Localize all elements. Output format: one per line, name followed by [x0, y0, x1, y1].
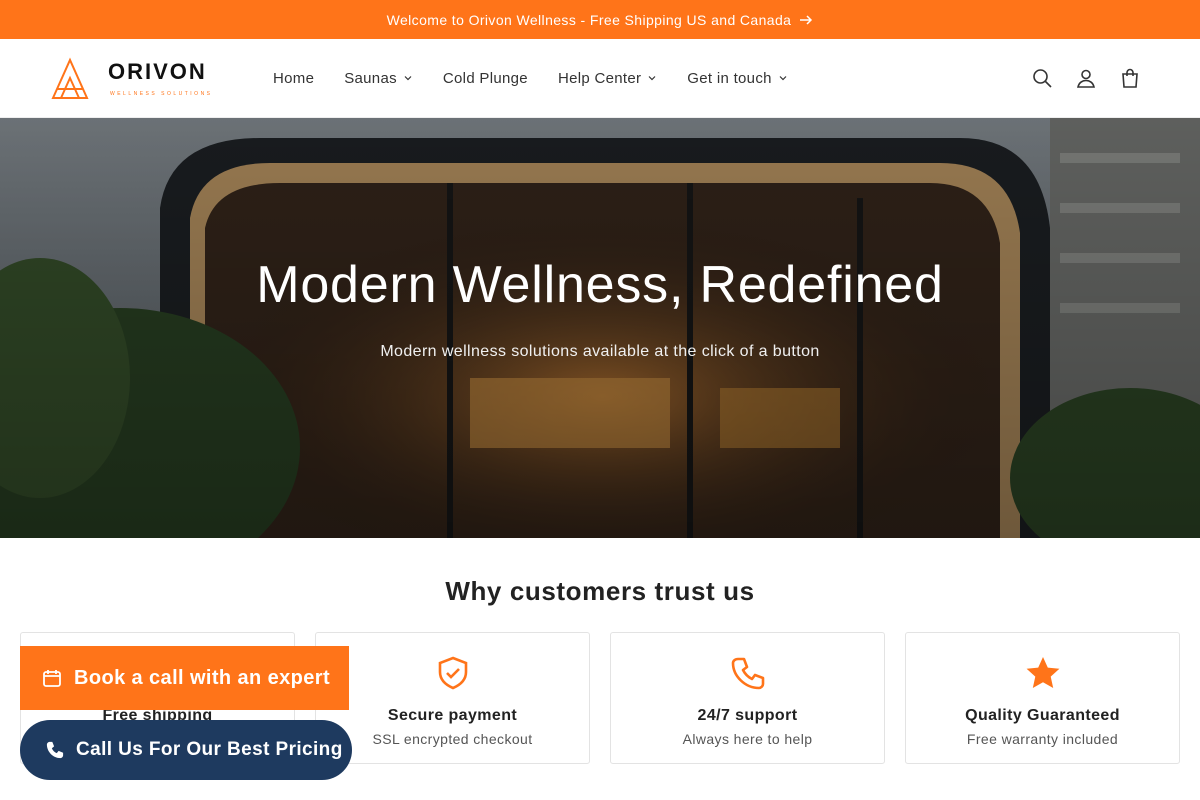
hero-subtitle: Modern wellness solutions available at t…	[380, 343, 820, 360]
cart-icon[interactable]	[1118, 66, 1142, 90]
header-actions	[1030, 66, 1150, 90]
card-title: 24/7 support	[697, 707, 798, 724]
trust-title: Why customers trust us	[445, 576, 755, 606]
chevron-down-icon	[648, 76, 656, 81]
svg-text:ORIVON: ORIVON	[108, 59, 207, 84]
trust-card: 24/7 support Always here to help	[610, 632, 885, 764]
call-pricing-button[interactable]: Call Us For Our Best Pricing	[20, 720, 352, 780]
announcement-bar[interactable]: Welcome to Orivon Wellness - Free Shippi…	[0, 0, 1200, 39]
nav-item-home[interactable]: Home	[258, 70, 329, 87]
main-nav: Home Saunas Cold Plunge Help Center Get …	[258, 70, 803, 87]
trust-card: Quality Guaranteed Free warranty include…	[905, 632, 1180, 764]
phone-icon	[46, 741, 64, 759]
nav-item-saunas[interactable]: Saunas	[329, 70, 428, 87]
star-icon	[1026, 657, 1059, 688]
hero-title: Modern Wellness, Redefined	[256, 256, 944, 314]
card-subtitle: Always here to help	[682, 731, 813, 747]
account-icon[interactable]	[1074, 66, 1098, 90]
svg-text:WELLNESS SOLUTIONS: WELLNESS SOLUTIONS	[110, 91, 213, 97]
shield-check-icon	[438, 656, 467, 690]
chevron-down-icon	[779, 76, 787, 81]
nav-label: Home	[273, 69, 315, 87]
card-subtitle: Free warranty included	[966, 731, 1119, 747]
arrow-right-icon	[800, 14, 813, 25]
trust-card: Secure payment SSL encrypted checkout	[315, 632, 590, 764]
hero-content: Modern Wellness, Redefined Modern wellne…	[0, 118, 1200, 538]
nav-item-help-center[interactable]: Help Center	[543, 70, 672, 87]
book-call-button[interactable]: Book a call with an expert	[20, 646, 349, 710]
call-pricing-label: Call Us For Our Best Pricing	[76, 739, 343, 760]
hero-banner: Modern Wellness, Redefined Modern wellne…	[0, 118, 1200, 538]
card-title: Quality Guaranteed	[965, 707, 1120, 724]
phone-icon	[731, 657, 764, 690]
search-icon[interactable]	[1030, 66, 1054, 90]
nav-label: Help Center	[557, 69, 642, 87]
nav-label: Saunas	[344, 69, 397, 87]
announcement-text: Welcome to Orivon Wellness - Free Shippi…	[386, 11, 792, 28]
nav-label: Get in touch	[687, 69, 772, 87]
book-call-label: Book a call with an expert	[74, 666, 331, 689]
chevron-down-icon	[404, 76, 412, 81]
nav-item-cold-plunge[interactable]: Cold Plunge	[428, 70, 543, 87]
nav-item-get-in-touch[interactable]: Get in touch	[672, 70, 802, 87]
card-title: Secure payment	[387, 707, 518, 724]
site-header: ORIVON WELLNESS SOLUTIONS Home Saunas Co…	[0, 39, 1200, 118]
calendar-icon	[43, 670, 61, 687]
brand-logo[interactable]: ORIVON WELLNESS SOLUTIONS	[50, 56, 230, 100]
card-subtitle: SSL encrypted checkout	[372, 731, 533, 747]
nav-label: Cold Plunge	[442, 69, 528, 87]
